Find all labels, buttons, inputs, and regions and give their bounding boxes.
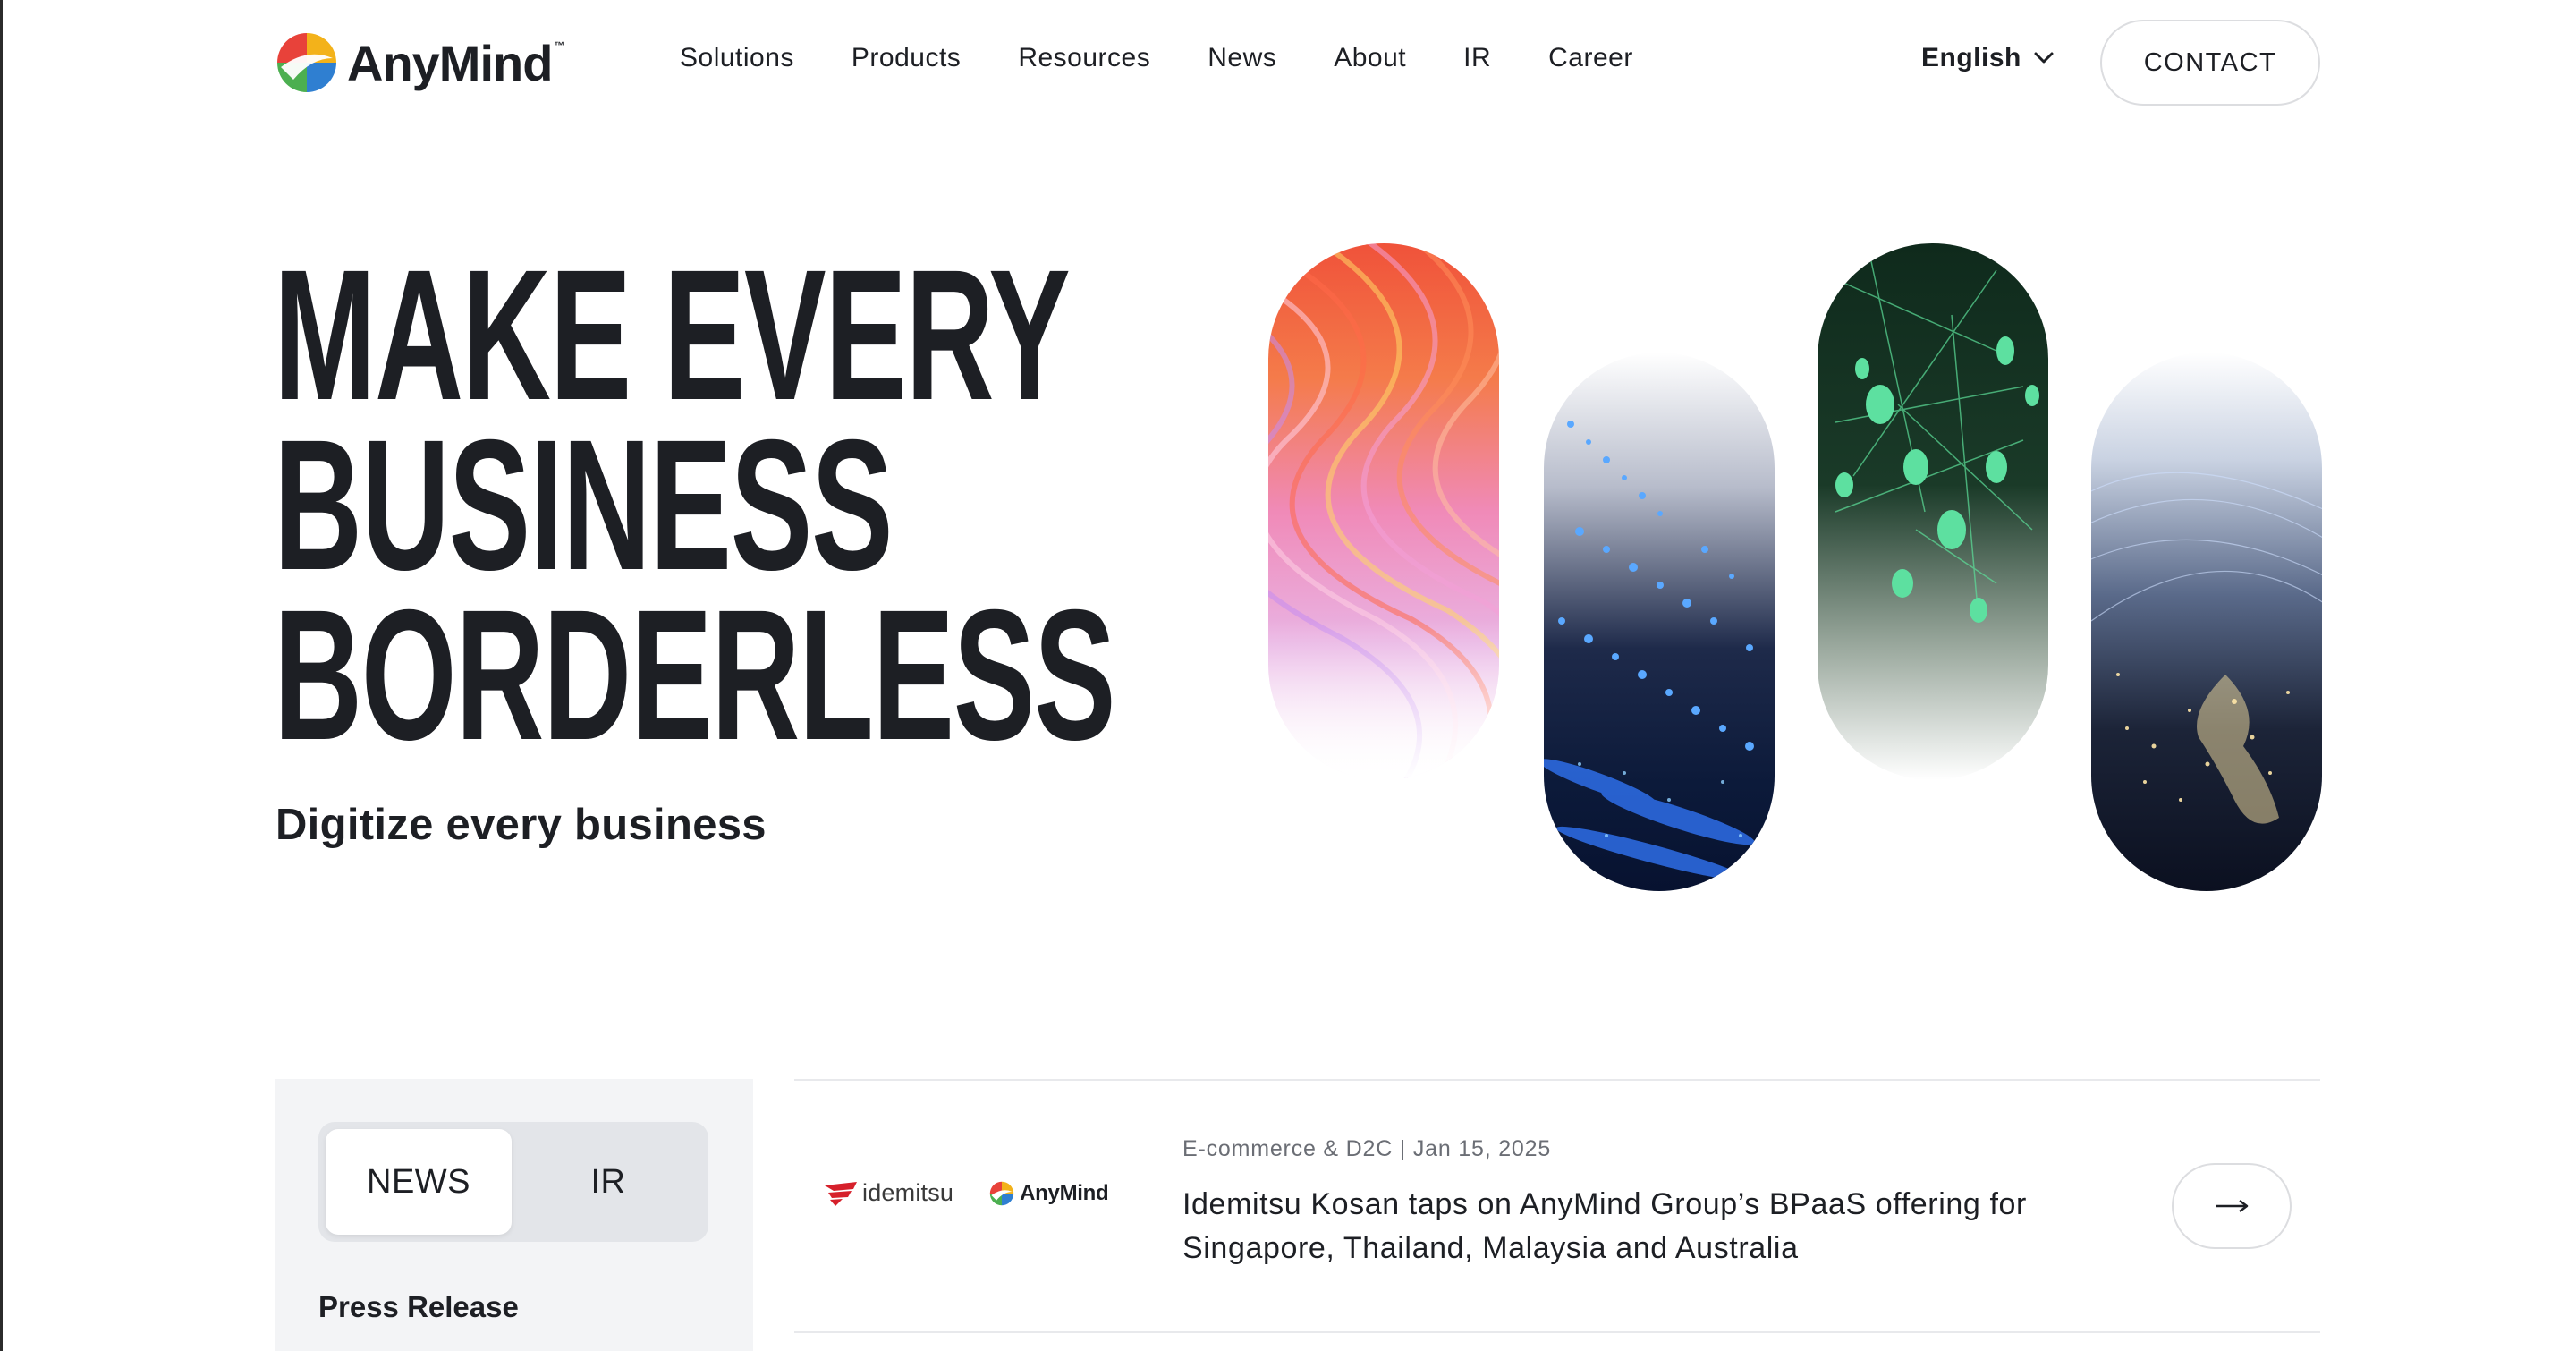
anymind-small-wordmark: AnyMind bbox=[1020, 1180, 1109, 1205]
nav-career[interactable]: Career bbox=[1548, 43, 1633, 73]
main-nav: Solutions Products Resources News About … bbox=[680, 43, 1633, 73]
tab-ir[interactable]: IR bbox=[515, 1129, 701, 1235]
hero-subtitle: Digitize every business bbox=[275, 801, 767, 849]
news-item-meta: E-commerce & D2C | Jan 15, 2025 bbox=[1182, 1136, 1552, 1161]
chevron-down-icon bbox=[2034, 52, 2054, 64]
news-side-panel: NEWS IR Press Release bbox=[275, 1079, 753, 1351]
logo-trademark: ™ bbox=[554, 39, 565, 52]
language-label: English bbox=[1921, 43, 2021, 72]
anymind-logo[interactable]: AnyMind ™ bbox=[275, 27, 564, 98]
nav-news[interactable]: News bbox=[1208, 43, 1276, 73]
hero-image-data-particles bbox=[1544, 353, 1775, 891]
nav-solutions[interactable]: Solutions bbox=[680, 43, 794, 73]
nav-products[interactable]: Products bbox=[852, 43, 961, 73]
hero-title-line-2: BUSINESS bbox=[274, 402, 894, 609]
idemitsu-mark-icon bbox=[825, 1181, 857, 1206]
tab-news[interactable]: NEWS bbox=[326, 1129, 512, 1235]
anymind-logo-icon bbox=[277, 33, 336, 92]
idemitsu-wordmark: idemitsu bbox=[862, 1179, 954, 1206]
news-divider-bottom bbox=[794, 1331, 2320, 1333]
anymind-small-logo: AnyMind bbox=[989, 1180, 1109, 1206]
hero-title-line-3: BORDERLESS bbox=[274, 572, 1116, 779]
news-item-logos: idemitsu AnyMind bbox=[823, 1179, 1109, 1207]
idemitsu-logo: idemitsu bbox=[823, 1179, 953, 1207]
hero-title: MAKE EVERY BUSINESS BORDERLESS bbox=[274, 232, 1116, 779]
nav-resources[interactable]: Resources bbox=[1018, 43, 1150, 73]
nav-ir[interactable]: IR bbox=[1463, 43, 1491, 73]
contact-button[interactable]: CONTACT bbox=[2100, 20, 2320, 106]
news-ir-tabs: NEWS IR bbox=[318, 1122, 708, 1242]
hero-title-line-1: MAKE EVERY bbox=[274, 232, 1071, 439]
hero-image-earth bbox=[2091, 353, 2322, 891]
nav-about[interactable]: About bbox=[1334, 43, 1406, 73]
news-item-title[interactable]: Idemitsu Kosan taps on AnyMind Group’s B… bbox=[1182, 1183, 2122, 1270]
arrow-right-icon bbox=[2216, 1200, 2249, 1212]
press-release-category[interactable]: Press Release bbox=[318, 1290, 519, 1324]
site-header: AnyMind ™ Solutions Products Resources N… bbox=[0, 0, 2576, 125]
logo-wordmark: AnyMind bbox=[347, 34, 553, 91]
anymind-small-logo-icon bbox=[989, 1181, 1014, 1205]
window-edge bbox=[0, 0, 3, 1351]
hero-image-network bbox=[1818, 243, 2048, 780]
news-item-open-button[interactable] bbox=[2172, 1163, 2292, 1249]
news-divider-top bbox=[794, 1079, 2320, 1081]
language-selector[interactable]: English bbox=[1921, 43, 2054, 73]
hero-image-waves bbox=[1268, 243, 1499, 780]
